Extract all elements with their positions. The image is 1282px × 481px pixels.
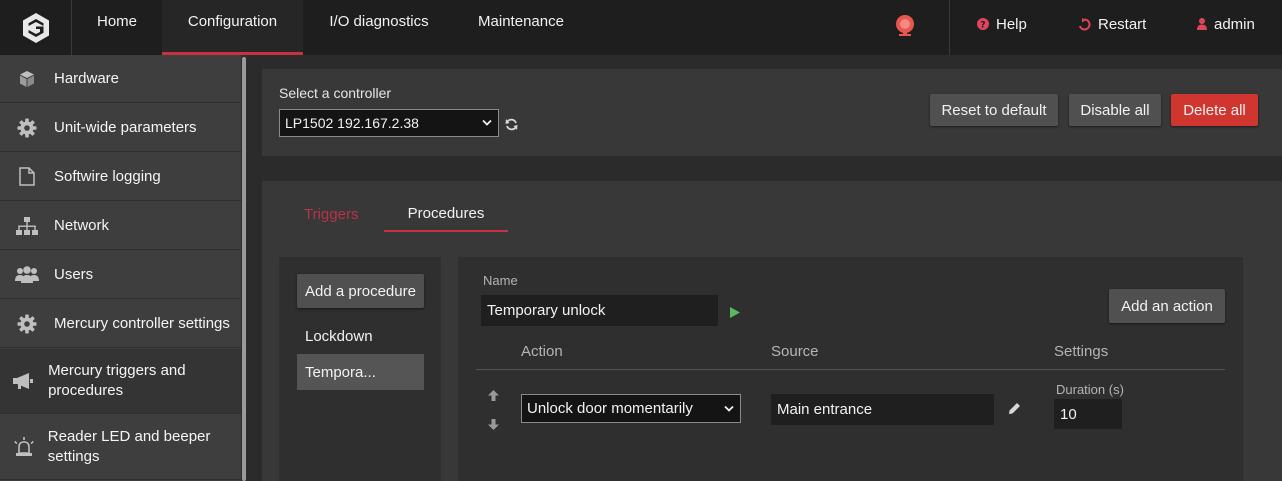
nav-maintenance[interactable]: Maintenance [455, 0, 587, 55]
sidebar-item-users[interactable]: Users [0, 251, 241, 299]
sidebar-item-label: Softwire logging [54, 167, 161, 185]
column-header-action: Action [521, 343, 563, 360]
question-circle-icon: ? [977, 18, 989, 30]
file-icon [19, 167, 35, 186]
sidebar-item-label: Mercury triggers and procedures [48, 362, 186, 399]
move-down-button[interactable] [488, 417, 499, 434]
sidebar-item-reader-led-and-beeper-settings[interactable]: Reader LED and beeper settings [0, 415, 241, 480]
sidebar-item-label: Hardware [54, 69, 120, 87]
pencil-icon [1009, 403, 1020, 414]
controller-select-value: LP1502 192.167.2.38 [285, 115, 419, 131]
column-header-source: Source [771, 343, 819, 360]
nav-io-diagnostics-label: I/O diagnostics [329, 13, 429, 30]
nav-io-diagnostics[interactable]: I/O diagnostics [303, 0, 455, 55]
duration-input[interactable]: 10 [1054, 399, 1122, 429]
add-action-button[interactable]: Add an action [1109, 289, 1225, 323]
reset-to-default-button[interactable]: Reset to default [930, 94, 1058, 126]
arrow-down-icon [488, 419, 499, 430]
procedure-list-item-selected[interactable]: Tempora... [297, 354, 424, 390]
procedure-name-input[interactable]: Temporary unlock [481, 295, 718, 326]
network-icon [16, 216, 38, 235]
beacon-icon [14, 437, 34, 456]
gear-icon [17, 314, 37, 333]
disable-all-button[interactable]: Disable all [1069, 94, 1161, 126]
nav-configuration-label: Configuration [187, 13, 278, 30]
nav-home-label: Home [96, 13, 137, 30]
sidebar-item-label: Users [54, 265, 94, 283]
cube-icon [20, 70, 34, 87]
help-button[interactable]: ? Help [977, 0, 1027, 48]
users-icon [15, 266, 39, 283]
top-navbar: Home Configuration I/O diagnostics Maint… [0, 0, 1282, 55]
run-procedure-button[interactable] [730, 305, 740, 322]
alarm-bell-button[interactable] [893, 12, 917, 42]
user-icon [1197, 18, 1207, 30]
table-header-divider [476, 369, 1225, 370]
sidebar-item-hardware[interactable]: Hardware [0, 55, 241, 103]
sidebar-item-label: Mercury controller settings [54, 314, 230, 332]
refresh-icon [505, 118, 518, 131]
controller-select[interactable]: LP1502 192.167.2.38 [279, 109, 499, 137]
edit-source-button[interactable] [1008, 402, 1021, 419]
sidebar-item-mercury-controller-settings[interactable]: Mercury controller settings [0, 300, 241, 348]
gear-icon [17, 118, 37, 137]
nav-home[interactable]: Home [72, 0, 162, 55]
user-menu-button[interactable]: admin [1197, 0, 1255, 48]
sidebar-item-softwire-logging[interactable]: Softwire logging [0, 153, 241, 201]
column-header-settings: Settings [1054, 343, 1109, 360]
logo-icon [22, 12, 49, 43]
move-up-button[interactable] [488, 388, 499, 405]
sidebar-item-mercury-triggers-and-procedures[interactable]: Mercury triggers and procedures [0, 349, 241, 414]
play-icon [730, 307, 740, 318]
sidebar-item-unit-wide-parameters[interactable]: Unit-wide parameters [0, 104, 241, 152]
sidebar-item-label: Network [54, 216, 110, 234]
arrow-up-icon [488, 390, 499, 401]
genetec-logo[interactable] [0, 0, 72, 55]
restart-button[interactable]: Restart [1078, 0, 1146, 48]
sidebar-item-label: Unit-wide parameters [54, 118, 197, 136]
procedure-list-item-lockdown[interactable]: Lockdown [305, 328, 373, 345]
refresh-controllers-button[interactable] [505, 118, 518, 135]
duration-label: Duration (s) [1056, 382, 1124, 397]
refresh-icon [1078, 17, 1091, 30]
chevron-down-icon [724, 405, 734, 412]
user-label: admin [1214, 15, 1255, 33]
sidebar: Hardware Unit-wide parameters Softwire l… [0, 55, 241, 481]
tab-triggers[interactable]: Triggers [304, 206, 358, 223]
sidebar-item-label: Reader LED and beeper settings [47, 428, 211, 465]
tab-procedures[interactable]: Procedures [384, 198, 508, 232]
chevron-down-icon [482, 119, 492, 126]
alarm-bell-icon [896, 15, 914, 36]
procedure-name-label: Name [483, 273, 518, 288]
nav-configuration[interactable]: Configuration [162, 0, 303, 55]
sidebar-scrollbar-thumb[interactable] [242, 57, 246, 481]
source-input[interactable]: Main entrance [771, 394, 994, 425]
action-select-value: Unlock door momentarily [527, 400, 693, 417]
delete-all-button[interactable]: Delete all [1171, 94, 1258, 126]
help-label: Help [996, 15, 1027, 33]
svg-text:?: ? [980, 21, 985, 31]
sidebar-item-network[interactable]: Network [0, 202, 241, 250]
action-select[interactable]: Unlock door momentarily [521, 394, 741, 423]
megaphone-icon [13, 373, 34, 389]
add-procedure-button[interactable]: Add a procedure [297, 274, 424, 308]
nav-maintenance-label: Maintenance [478, 13, 564, 30]
controller-select-label: Select a controller [279, 85, 392, 101]
restart-label: Restart [1098, 15, 1147, 33]
navbar-divider [949, 0, 950, 55]
